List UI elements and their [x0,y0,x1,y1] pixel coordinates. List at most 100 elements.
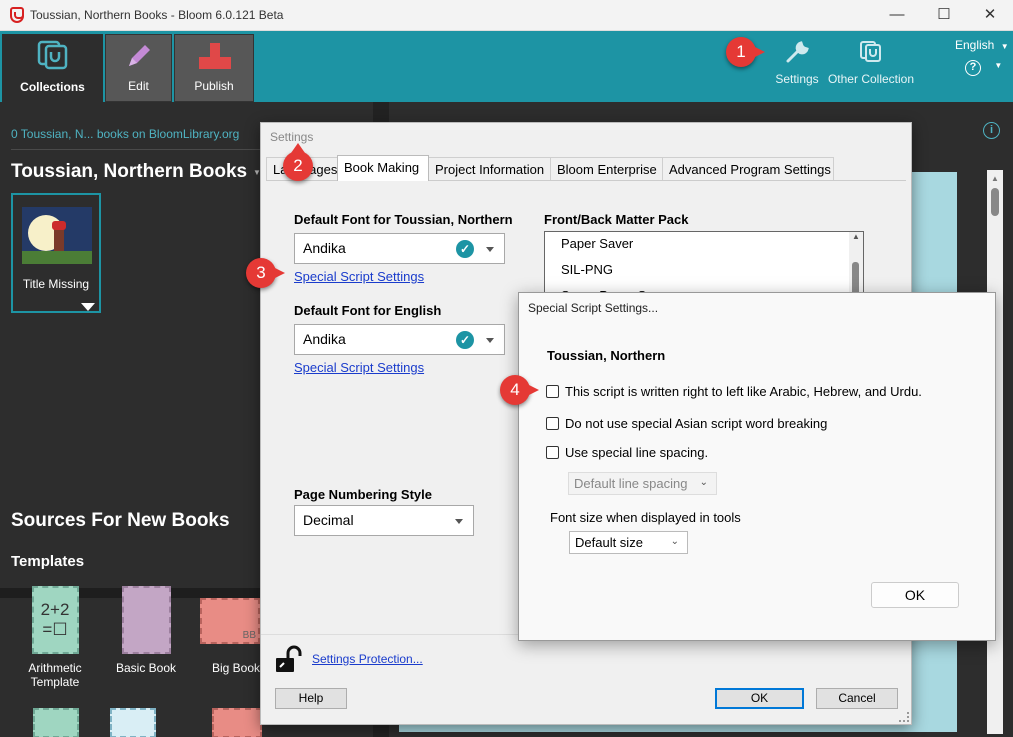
front-back-matter-list[interactable]: Paper Saver SIL-PNG Super Paper Saver ▲ [544,231,864,301]
book-title: Title Missing [22,277,90,291]
tab-advanced-program-settings[interactable]: Advanced Program Settings [662,157,834,180]
wrench-icon [786,41,809,63]
line-spacing-label: Use special line spacing. [565,445,709,460]
page-numbering-select[interactable]: Decimal [294,505,474,536]
help-button[interactable]: Help [275,688,347,709]
template-arithmetic[interactable]: 2+2 =☐ Arithmetic Template [20,586,90,689]
tab-project-information[interactable]: Project Information [428,157,551,180]
arithmetic-thumbnail: 2+2 =☐ [31,586,79,654]
tab-bloom-enterprise[interactable]: Bloom Enterprise [550,157,663,180]
resize-grip-icon[interactable] [899,712,909,722]
dropdown-arrow-icon [486,247,494,252]
templates-heading: Templates [11,553,85,570]
checkmark-icon: ✓ [456,240,474,258]
maximize-button[interactable]: ☐ [921,0,967,31]
font-size-select[interactable]: Default size ⌄ [569,531,688,554]
minimize-button[interactable]: — [874,0,920,31]
default-font-english-select[interactable]: Andika ✓ [294,324,505,355]
settings-dialog-title: Settings [270,130,314,144]
settings-cancel-button[interactable]: Cancel [816,688,898,709]
window-titlebar: Toussian, Northern Books - Bloom 6.0.121… [0,0,1013,31]
list-scrollbar[interactable]: ▲ [849,232,863,300]
tab-collections[interactable]: Collections [2,34,103,102]
page-numbering-value: Decimal [303,512,354,528]
default-font-vernacular-select[interactable]: Andika ✓ [294,233,505,264]
list-item[interactable]: Paper Saver [545,232,863,258]
rtl-option[interactable]: This script is written right to left lik… [546,384,922,399]
book-cover-image [22,207,92,264]
line-spacing-checkbox[interactable] [546,446,559,459]
asian-word-breaking-checkbox[interactable] [546,417,559,430]
settings-ok-button[interactable]: OK [715,688,804,709]
chevron-down-icon: ▼ [1000,42,1009,51]
dropdown-arrow-icon [486,338,494,343]
callout-1: 1 [726,37,765,67]
template-thumbnail-partial[interactable] [33,708,79,737]
asian-word-breaking-label: Do not use special Asian script word bre… [565,416,828,431]
list-item[interactable]: SIL-PNG [545,258,863,284]
big-book-thumbnail: BB [200,598,260,644]
settings-footer: Settings Protection... Help OK Cancel [261,634,911,724]
chevron-down-icon: ▼ [994,61,1003,70]
template-thumbnail-partial[interactable] [212,708,262,737]
special-script-ok-button[interactable]: OK [871,582,959,608]
help-icon: ? [965,60,981,76]
settings-protection-link[interactable]: Settings Protection... [312,652,423,666]
bloom-library-link[interactable]: 0 Toussian, N... books on BloomLibrary.o… [11,127,239,141]
language-menu[interactable]: English ▼ [955,38,1009,52]
close-button[interactable]: ✕ [967,0,1013,31]
chevron-down-icon: ⌄ [670,536,679,547]
rtl-checkbox[interactable] [546,385,559,398]
rtl-label: This script is written right to left lik… [565,384,922,399]
callout-4: 4 [500,375,539,405]
default-font-english-label: Default Font for English [294,303,442,318]
info-icon[interactable]: i [983,122,1000,139]
default-font-vernacular-label: Default Font for Toussian, Northern [294,212,513,227]
collections-icon [37,40,68,70]
line-spacing-option[interactable]: Use special line spacing. [546,445,708,460]
window-title: Toussian, Northern Books - Bloom 6.0.121… [30,8,284,22]
special-script-dialog-title: Special Script Settings... [528,301,659,315]
scrollbar-thumb[interactable] [991,188,999,216]
font-size-value: Default size [575,535,643,550]
special-script-dialog: Special Script Settings... Toussian, Nor… [518,292,996,641]
template-label: Arithmetic Template [28,661,82,689]
checkmark-icon: ✓ [456,331,474,349]
callout-2: 2 [283,143,313,181]
help-menu[interactable]: ? ▼ [965,59,1002,76]
tab-edit[interactable]: Edit [105,34,172,102]
template-basic-book[interactable]: Basic Book [111,586,181,686]
asian-word-breaking-option[interactable]: Do not use special Asian script word bre… [546,416,827,431]
settings-label: Settings [775,72,819,86]
tab-edit-label: Edit [128,79,149,93]
line-spacing-select: Default line spacing ⌄ [568,472,717,495]
template-label: Basic Book [115,661,177,675]
sources-title: Sources For New Books [11,510,230,531]
other-collection-button[interactable]: Other Collection [826,40,916,86]
language-name: Toussian, Northern [547,348,666,363]
dropdown-arrow-icon [455,519,463,524]
tab-book-making[interactable]: Book Making [337,155,429,181]
publish-icon [199,43,231,69]
tab-collections-label: Collections [20,80,85,94]
other-collection-icon [860,41,881,62]
tab-publish-label: Publish [194,79,234,93]
book-menu-icon[interactable] [81,303,95,311]
default-font-english-value: Andika [303,331,346,347]
settings-button[interactable]: Settings [772,40,822,86]
chevron-down-icon: ⌄ [699,477,708,488]
basic-book-thumbnail [121,586,171,654]
main-toolbar: Collections Edit Publish Settings Other … [0,31,1013,102]
other-collection-label: Other Collection [827,72,915,86]
unlock-icon [276,645,302,672]
special-script-settings-link-vernacular[interactable]: Special Script Settings [294,269,424,284]
collection-title: Toussian, Northern Books [11,161,248,182]
tab-publish[interactable]: Publish [174,34,254,102]
template-thumbnail-partial[interactable] [110,708,156,737]
default-font-vernacular-value: Andika [303,240,346,256]
special-script-settings-link-english[interactable]: Special Script Settings [294,360,424,375]
front-back-matter-label: Front/Back Matter Pack [544,212,689,227]
book-thumbnail[interactable]: Title Missing [11,193,101,313]
page-numbering-label: Page Numbering Style [294,487,432,502]
font-size-label: Font size when displayed in tools [550,510,741,525]
